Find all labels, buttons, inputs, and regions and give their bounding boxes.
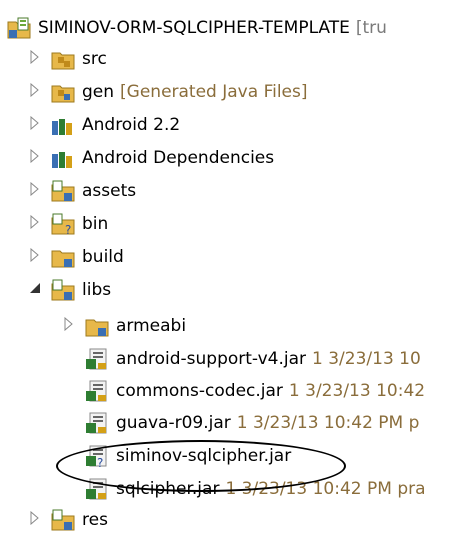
tree-item-label: android-support-v4.jar [116,349,307,369]
tree-item-label: guava-r09.jar [116,413,231,433]
tree-item-label: bin [82,214,109,234]
unversioned-folder-icon: ? [51,213,75,236]
tree-item-armeabi[interactable]: armeabi [62,310,186,342]
project-name: SIMINOV-ORM-SQLCIPHER-TEMPLATE [38,18,350,38]
folder-icon [85,319,109,337]
tree-item-label: Android 2.2 [82,115,181,135]
collapse-arrow-icon[interactable] [28,274,50,306]
jar-file-icon [86,348,107,370]
tree-item-label: commons-codec.jar [116,381,283,401]
android-project-icon [7,17,31,39]
tree-item-label: build [82,247,124,267]
tree-item-label: siminov-sqlcipher.jar [116,446,292,466]
tree-item-label: armeabi [116,316,187,336]
library-container-icon [52,152,72,168]
expand-arrow-icon[interactable] [28,76,50,108]
expand-arrow-icon[interactable] [28,142,50,174]
tree-item-sqlcipher-jar[interactable]: sqlcipher.jar 1 3/23/13 10:42 PM pra [84,473,426,505]
tree-item-src[interactable]: src [28,43,107,75]
tree-item-res[interactable]: res [28,504,108,536]
tree-item-decoration: [Generated Java Files] [120,82,308,102]
expand-arrow-icon[interactable] [28,109,50,141]
expand-arrow-icon[interactable] [28,175,50,207]
tree-item-decoration: 1 3/23/13 10 [312,349,421,369]
tree-item-gen[interactable]: gen [Generated Java Files] [28,76,308,108]
tree-item-label: res [82,510,108,530]
project-decoration: [tru [355,18,387,38]
tree-item-android-support-v4-jar[interactable]: android-support-v4.jar 1 3/23/13 10 [84,343,421,375]
tree-item-decoration: 1 3/23/13 10:42 [288,381,426,401]
tree-item-label: gen [82,82,115,102]
tree-item-libs[interactable]: libs [28,274,111,306]
expand-arrow-icon[interactable] [28,43,50,75]
jar-file-icon [86,412,107,434]
expand-arrow-icon[interactable] [62,310,84,342]
versioned-folder-icon [51,180,75,202]
folder-icon [51,250,75,268]
expand-arrow-icon[interactable] [28,504,50,536]
tree-item-siminov-sqlcipher-jar[interactable]: ? siminov-sqlcipher.jar [84,440,291,472]
svg-text:?: ? [65,223,71,236]
project-node[interactable]: SIMINOV-ORM-SQLCIPHER-TEMPLATE [tru [6,12,387,44]
expand-arrow-icon[interactable] [28,208,50,240]
tree-item-guava-r09-jar[interactable]: guava-r09.jar 1 3/23/13 10:42 PM p [84,407,419,439]
versioned-folder-icon [51,509,75,531]
jar-file-unversioned-icon: ? [86,445,107,468]
tree-item-label: assets [82,181,137,201]
tree-item-decoration: 1 3/23/13 10:42 PM pra [225,479,426,499]
jar-file-icon [86,478,107,500]
tree-item-label: sqlcipher.jar [116,479,220,499]
tree-item-commons-codec-jar[interactable]: commons-codec.jar 1 3/23/13 10:42 [84,375,425,407]
tree-item-android-2-2[interactable]: Android 2.2 [28,109,180,141]
expand-arrow-icon[interactable] [28,241,50,273]
tree-item-label: Android Dependencies [82,148,275,168]
tree-item-bin[interactable]: ? bin [28,208,108,240]
svg-text:?: ? [97,456,103,468]
tree-item-assets[interactable]: assets [28,175,136,207]
tree-item-label: src [82,49,107,69]
jar-file-icon [86,380,107,402]
tree-item-label: libs [82,280,112,300]
tree-item-build[interactable]: build [28,241,124,273]
tree-item-android-dependencies[interactable]: Android Dependencies [28,142,274,174]
library-container-icon [52,119,72,135]
generated-source-folder-icon [51,85,75,103]
versioned-folder-icon [51,279,75,301]
tree-item-decoration: 1 3/23/13 10:42 PM p [236,413,420,433]
source-folder-icon [51,52,75,70]
